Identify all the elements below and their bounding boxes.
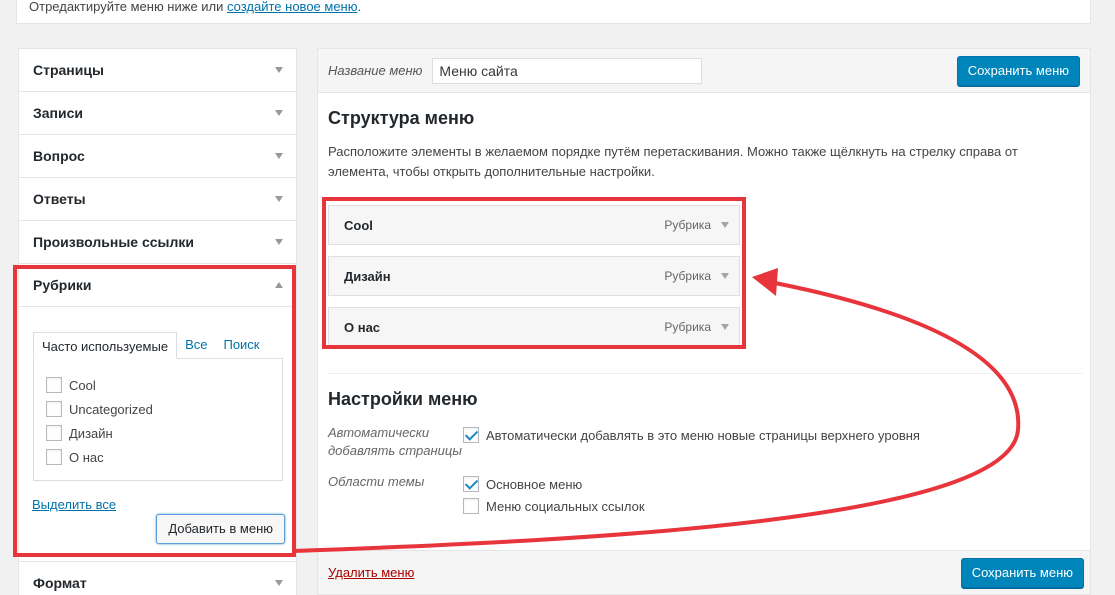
chevron-down-icon [275, 239, 283, 245]
category-checkbox[interactable] [46, 449, 62, 465]
list-item: Uncategorized [46, 397, 270, 421]
structure-title: Структура меню [328, 108, 475, 128]
settings-title: Настройки меню [328, 389, 478, 409]
menu-items-accordion: Страницы Записи Вопрос Ответы Произвольн… [18, 48, 297, 595]
auto-add-option: Автоматически добавлять в это меню новые… [463, 424, 920, 446]
chevron-down-icon [275, 110, 283, 116]
menu-name-input[interactable]: Меню сайта [432, 57, 703, 84]
list-item: О нас [46, 445, 270, 469]
auto-add-option-label: Автоматически добавлять в это меню новые… [486, 427, 920, 443]
accordion-pages[interactable]: Страницы [19, 49, 296, 92]
chevron-down-icon[interactable] [721, 222, 729, 228]
category-label: Дизайн [69, 425, 113, 441]
menu-name-label: Название меню [328, 63, 423, 78]
menu-footer: Удалить меню Сохранить меню [318, 550, 1090, 594]
menu-item-type: Рубрика [664, 218, 711, 232]
theme-location-option: Основное меню [463, 473, 645, 495]
divider [328, 373, 1082, 374]
chevron-down-icon [275, 67, 283, 73]
accordion-custom-links[interactable]: Произвольные ссылки [19, 221, 296, 264]
accordion-format[interactable]: Формат [19, 561, 296, 595]
theme-location-label: Основное меню [486, 476, 583, 492]
auto-add-checkbox[interactable] [463, 427, 479, 443]
categories-panel: Часто используемые Все Поиск Cool Uncate… [19, 307, 296, 561]
auto-add-label: Автоматически добавлять страницы [328, 425, 462, 458]
list-item: Дизайн [46, 421, 270, 445]
instructions-bar: Отредактируйте меню ниже или создайте но… [16, 0, 1091, 24]
tab-most-used[interactable]: Часто используемые [33, 332, 178, 359]
category-label: О нас [69, 449, 104, 465]
category-checkbox[interactable] [46, 401, 62, 417]
create-new-menu-link[interactable]: создайте новое меню [227, 0, 357, 14]
accordion-label: Ответы [33, 191, 86, 207]
categories-list: Cool Uncategorized Дизайн О нас [33, 358, 283, 481]
select-all-link[interactable]: Выделить все [32, 497, 116, 512]
structure-description: Расположите элементы в желаемом порядке … [328, 144, 1018, 179]
menu-editor-panel: Название меню Меню сайта Сохранить меню … [317, 48, 1091, 595]
category-label: Cool [69, 377, 96, 393]
delete-menu-link[interactable]: Удалить меню [328, 565, 414, 580]
theme-location-checkbox[interactable] [463, 498, 479, 514]
accordion-label: Страницы [33, 62, 104, 78]
chevron-up-icon [275, 282, 283, 288]
theme-location-label: Меню социальных ссылок [486, 498, 645, 514]
menu-item[interactable]: Дизайн Рубрика [328, 256, 740, 296]
auto-add-options: Автоматически добавлять в это меню новые… [463, 424, 920, 460]
menu-item-title: Дизайн [344, 268, 391, 284]
theme-locations-row: Области темы Основное меню Меню социальн… [328, 473, 645, 517]
save-menu-button-bottom[interactable]: Сохранить меню [960, 557, 1084, 588]
categories-tabs: Часто используемые Все Поиск [33, 331, 283, 359]
instructions-text: Отредактируйте меню ниже или [29, 0, 228, 14]
accordion-label: Произвольные ссылки [33, 234, 194, 250]
menu-item[interactable]: Cool Рубрика [328, 205, 740, 245]
accordion-label: Рубрики [33, 277, 92, 293]
chevron-down-icon [275, 153, 283, 159]
list-item: Cool [46, 373, 270, 397]
save-menu-button[interactable]: Сохранить меню [956, 55, 1080, 86]
category-label: Uncategorized [69, 401, 153, 417]
category-checkbox[interactable] [46, 377, 62, 393]
accordion-posts[interactable]: Записи [19, 92, 296, 135]
accordion-label: Записи [33, 105, 84, 121]
menu-header: Название меню Меню сайта Сохранить меню [318, 49, 1090, 93]
menu-item[interactable]: О нас Рубрика [328, 307, 740, 347]
add-to-menu-button[interactable]: Добавить в меню [156, 514, 285, 544]
tab-search[interactable]: Поиск [215, 331, 267, 358]
theme-location-checkbox[interactable] [463, 476, 479, 492]
instructions-suffix: . [357, 0, 362, 14]
theme-locations-options: Основное меню Меню социальных ссылок [463, 473, 645, 517]
theme-location-option: Меню социальных ссылок [463, 495, 645, 517]
menu-structure-list: Cool Рубрика Дизайн Рубрика О нас Рубрик… [328, 205, 740, 358]
accordion-question[interactable]: Вопрос [19, 135, 296, 178]
chevron-down-icon[interactable] [721, 324, 729, 330]
tab-all[interactable]: Все [177, 331, 215, 358]
auto-add-row: Автоматически добавлять страницы Автомат… [328, 424, 920, 460]
menu-item-title: Cool [344, 217, 373, 233]
accordion-answers[interactable]: Ответы [19, 178, 296, 221]
menu-item-title: О нас [344, 319, 381, 335]
chevron-down-icon[interactable] [721, 273, 729, 279]
accordion-label: Формат [33, 574, 87, 591]
menu-item-type: Рубрика [664, 320, 711, 334]
category-checkbox[interactable] [46, 425, 62, 441]
menu-item-type: Рубрика [664, 269, 711, 283]
accordion-categories[interactable]: Рубрики [19, 264, 296, 307]
chevron-down-icon [275, 196, 283, 202]
theme-locations-label: Области темы [328, 474, 425, 489]
chevron-down-icon [275, 579, 283, 586]
accordion-label: Вопрос [33, 148, 85, 164]
